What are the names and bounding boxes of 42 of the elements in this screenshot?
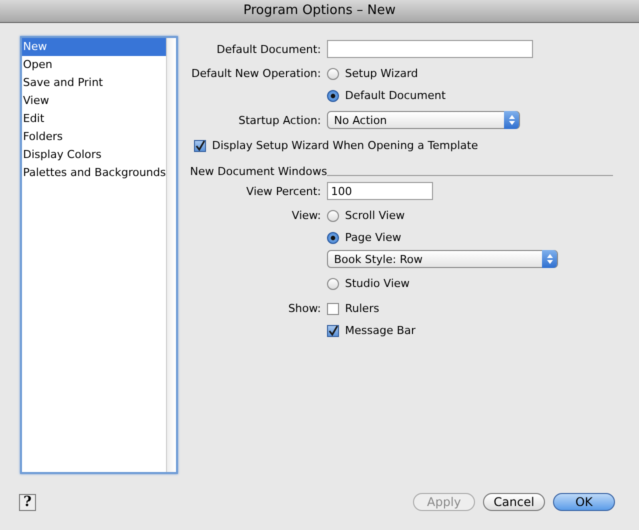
option-label: Scroll View (345, 209, 405, 222)
dialog-button[interactable]: Cancel (483, 493, 545, 511)
dropdown[interactable]: Book Style: Row (327, 250, 558, 268)
sidebar-item[interactable]: New (22, 38, 166, 56)
field-label: View Percent: (246, 185, 321, 198)
dialog-button[interactable]: OK (553, 493, 615, 511)
option-label: Message Bar (345, 324, 416, 337)
option-label: Studio View (345, 277, 410, 290)
field-label: Startup Action: (238, 114, 321, 127)
field-label: Default Document: (216, 43, 321, 56)
sidebar-item[interactable]: View (22, 92, 166, 110)
radio-button[interactable] (327, 210, 339, 222)
radio-button[interactable] (327, 90, 339, 102)
option-label: Setup Wizard (345, 67, 418, 80)
sidebar-item[interactable]: Open (22, 56, 166, 74)
radio-button[interactable] (327, 68, 339, 80)
option-label: Display Setup Wizard When Opening a Template (212, 139, 478, 152)
dropdown[interactable]: No Action (327, 111, 520, 129)
section-heading: New Document Windows (190, 165, 328, 178)
checkbox[interactable] (327, 324, 339, 336)
sidebar-item[interactable]: Edit (22, 110, 166, 128)
window-title: Program Options – New (0, 0, 639, 23)
text-field[interactable]: 100 (327, 182, 433, 200)
radio-button[interactable] (327, 278, 339, 290)
sidebar-item[interactable]: Display Colors (22, 146, 166, 164)
text-field[interactable] (327, 40, 533, 58)
sidebar-item[interactable]: Palettes and Backgrounds (22, 164, 166, 182)
up-down-arrows-icon (546, 253, 554, 265)
checkbox[interactable] (194, 140, 206, 152)
sidebar-item[interactable]: Folders (22, 128, 166, 146)
option-label: Page View (345, 231, 402, 244)
option-label: Rulers (345, 302, 380, 315)
dialog-button: Apply (413, 493, 475, 511)
help-button[interactable]: ? (19, 494, 36, 510)
sidebar-item[interactable]: Save and Print (22, 74, 166, 92)
checkbox[interactable] (327, 302, 339, 314)
field-label: Show: (288, 302, 321, 315)
field-label: Default New Operation: (191, 67, 321, 80)
radio-button[interactable] (327, 232, 339, 244)
option-label: Default Document (345, 89, 446, 102)
up-down-arrows-icon (508, 114, 516, 126)
field-label: View: (292, 209, 321, 222)
